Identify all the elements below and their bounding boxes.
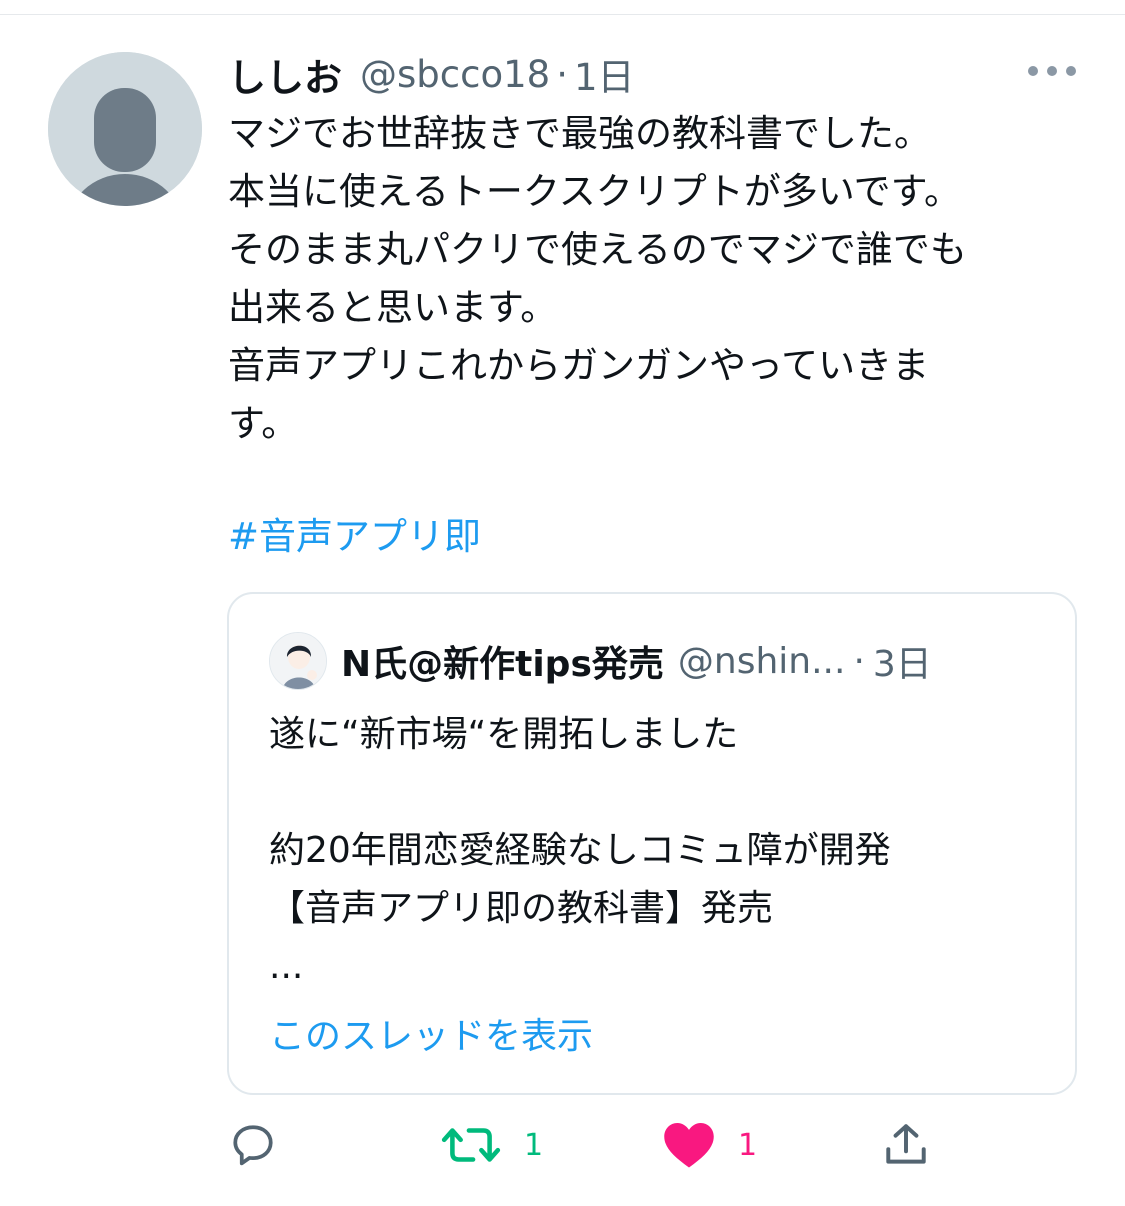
divider	[0, 14, 1125, 15]
quoted-tweet-card[interactable]: N氏@新作tips発売 @nshin... · 3日 遂に“新市場“を開拓しまし…	[227, 592, 1077, 1095]
hashtag-link[interactable]: #音声アプリ即	[228, 508, 481, 566]
quoted-tweet-header: N氏@新作tips発売 @nshin... · 3日	[341, 632, 932, 690]
more-options-button[interactable]	[1024, 58, 1080, 84]
show-thread-link[interactable]: このスレッドを表示	[269, 1008, 593, 1066]
retweet-icon	[441, 1128, 501, 1162]
quoted-text-line: 遂に“新市場“を開拓しました	[269, 714, 739, 755]
like-count: 1	[738, 1127, 758, 1163]
quoted-tweet-text: 遂に“新市場“を開拓しました 約20年間恋愛経験なしコミュ障が開発 【音声アプリ…	[269, 706, 1049, 996]
tweet-text: マジでお世辞抜きで最強の教科書でした。 本当に使えるトークスクリプトが多いです。…	[228, 105, 1088, 453]
quoted-author-handle: @nshin...	[677, 640, 846, 682]
quoted-author-name: N氏@新作tips発売	[341, 644, 664, 685]
more-dot-icon	[1047, 66, 1057, 76]
tweet-page: ししお @sbcco18 · 1日 マジでお世辞抜きで最強の教科書でした。 本当…	[0, 0, 1125, 1206]
quoted-author-avatar	[269, 632, 327, 690]
reply-icon	[233, 1125, 273, 1166]
cartoon-avatar-icon	[270, 633, 326, 689]
tweet-actions: 1 1	[0, 1110, 1125, 1180]
header-separator: ·	[556, 52, 568, 96]
quoted-timestamp: 3日	[872, 644, 932, 685]
tweet-text-line: 音声アプリこれからガンガンやっていきま	[228, 344, 930, 387]
avatar[interactable]	[48, 52, 202, 206]
quoted-text-line: 【音声アプリ即の教科書】発売	[269, 888, 774, 929]
tweet-text-line: そのまま丸パクリで使えるのでマジで誰でも	[228, 228, 967, 271]
more-dot-icon	[1066, 66, 1076, 76]
quoted-text-line: ...	[269, 946, 304, 987]
tweet-text-line: マジでお世辞抜きで最強の教科書でした。	[228, 112, 931, 155]
more-dot-icon	[1028, 66, 1038, 76]
heart-icon	[664, 1122, 714, 1168]
author-name[interactable]: ししお	[228, 47, 342, 102]
tweet-text-line: 出来ると思います。	[228, 286, 558, 329]
share-icon	[886, 1124, 926, 1164]
quoted-text-line	[269, 764, 1049, 822]
quoted-text-line: 約20年間恋愛経験なしコミュ障が開発	[269, 830, 891, 871]
like-button[interactable]: 1	[662, 1120, 757, 1170]
author-handle[interactable]: @sbcco18	[360, 53, 550, 96]
tweet-header: ししお @sbcco18 · 1日	[228, 44, 635, 104]
default-user-icon	[48, 52, 202, 206]
reply-button[interactable]	[228, 1120, 278, 1170]
retweet-button[interactable]: 1	[440, 1120, 543, 1170]
quoted-header-separator: ·	[853, 640, 865, 682]
tweet-text-line: す。	[228, 402, 299, 445]
tweet-text-line: 本当に使えるトークスクリプトが多いです。	[228, 170, 961, 213]
retweet-count: 1	[524, 1127, 544, 1163]
tweet-timestamp[interactable]: 1日	[574, 47, 635, 101]
share-button[interactable]	[880, 1120, 932, 1170]
